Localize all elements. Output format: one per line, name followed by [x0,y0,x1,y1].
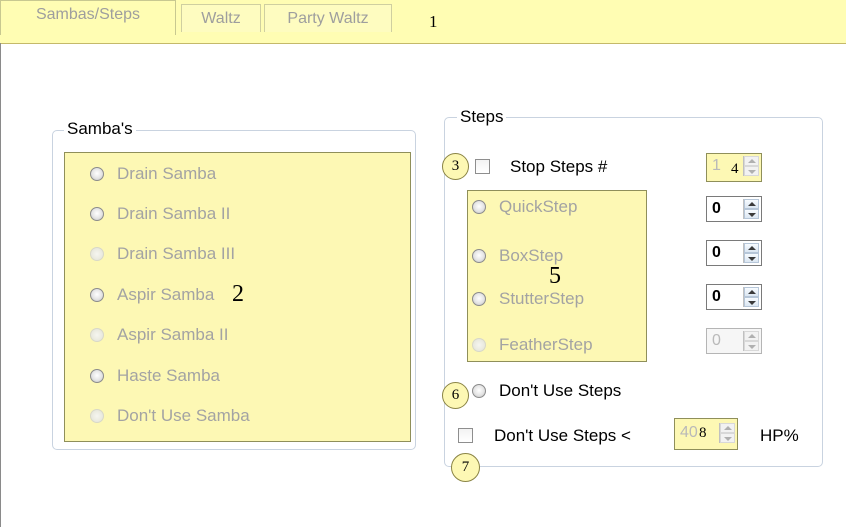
spinner-value: 0 [712,244,721,261]
spinner-up-icon[interactable] [744,199,759,209]
spinner-buttons [719,423,735,443]
spinner-down-icon[interactable] [720,433,735,443]
dont-use-steps-hp-label: Don't Use Steps < [494,426,631,445]
steps-legend: Steps [457,107,507,127]
annotation-6: 6 [442,382,469,409]
dont-use-steps-hp-checkbox[interactable] [458,428,473,443]
radio-dont-use-samba[interactable]: Don't Use Samba [90,404,250,428]
annotation-3: 3 [442,153,469,180]
radio-button-icon [90,247,104,261]
radio-label: Drain Samba II [117,204,231,223]
window-left-border [0,43,1,527]
radio-button-icon [472,200,486,214]
radio-quickstep[interactable]: QuickStep [472,195,577,219]
featherstep-spinner[interactable]: 0 [706,328,762,354]
quickstep-spinner[interactable]: 0 [706,196,762,222]
spinner-value: 0 [712,288,721,305]
radio-drain-samba-ii[interactable]: Drain Samba II [90,202,230,226]
radio-stutterstep[interactable]: StutterStep [472,287,584,311]
spinner-up-icon[interactable] [720,423,735,433]
spinner-down-icon[interactable] [744,297,759,307]
radio-label: Haste Samba [117,366,220,385]
spinner-buttons [743,331,759,351]
annotation-2: 2 [232,281,244,307]
radio-featherstep[interactable]: FeatherStep [472,333,593,357]
spinner-down-icon[interactable] [744,253,759,263]
annotation-4: 4 [731,161,739,177]
radio-button-icon [90,207,104,221]
spinner-value: 40 [680,424,698,441]
radio-label: Drain Samba [117,164,217,183]
boxstep-spinner[interactable]: 0 [706,240,762,266]
hp-percent-suffix: HP% [760,426,799,445]
radio-button-icon [90,167,104,181]
spinner-up-icon[interactable] [744,243,759,253]
spinner-buttons [743,156,759,176]
stutterstep-spinner[interactable]: 0 [706,284,762,310]
spinner-down-icon[interactable] [744,341,759,351]
spinner-value: 0 [712,332,721,349]
spinner-down-icon[interactable] [744,209,759,219]
annotation-8: 8 [699,425,707,441]
spinner-buttons [743,199,759,219]
radio-label: Don't Use Samba [117,406,250,425]
annotation-1: 1 [429,12,438,31]
radio-button-icon [90,409,104,423]
spinner-up-icon[interactable] [744,156,759,166]
stop-steps-label: Stop Steps # [510,157,608,176]
radio-button-icon [90,288,104,302]
radio-label: Drain Samba III [117,244,236,263]
radio-aspir-samba-ii[interactable]: Aspir Samba II [90,323,229,347]
spinner-buttons [743,287,759,307]
radio-dont-use-steps[interactable]: Don't Use Steps [472,379,621,403]
spinner-up-icon[interactable] [744,287,759,297]
spinner-up-icon[interactable] [744,331,759,341]
radio-label: FeatherStep [499,335,593,354]
sambas-legend: Samba's [64,119,136,139]
radio-label: QuickStep [499,197,578,216]
radio-button-icon [472,338,486,352]
spinner-value: 1 [712,157,721,174]
tab-bar: Sambas/Steps Waltz Party Waltz 1 [0,0,846,44]
radio-button-icon [90,369,104,383]
radio-button-icon [472,249,486,263]
radio-label: StutterStep [499,289,585,308]
tab-sambas-steps[interactable]: Sambas/Steps [0,0,176,35]
samba-steps-window: Sambas/Steps Waltz Party Waltz 1 Samba's… [0,0,846,527]
stop-steps-checkbox[interactable] [475,159,490,174]
radio-drain-samba[interactable]: Drain Samba [90,162,216,186]
radio-label: Aspir Samba II [117,325,229,344]
tab-waltz[interactable]: Waltz [181,4,261,32]
radio-aspir-samba[interactable]: Aspir Samba [90,283,214,307]
tab-party-waltz[interactable]: Party Waltz [264,4,392,32]
spinner-value: 0 [712,200,721,217]
annotation-7: 7 [451,453,480,482]
radio-haste-samba[interactable]: Haste Samba [90,364,220,388]
spinner-down-icon[interactable] [744,166,759,176]
radio-button-icon [90,328,104,342]
spinner-buttons [743,243,759,263]
radio-button-icon [472,292,486,306]
radio-label: Don't Use Steps [499,381,622,400]
radio-button-icon [472,384,486,398]
radio-drain-samba-iii[interactable]: Drain Samba III [90,242,235,266]
annotation-5: 5 [549,263,561,289]
radio-label: Aspir Samba [117,285,215,304]
